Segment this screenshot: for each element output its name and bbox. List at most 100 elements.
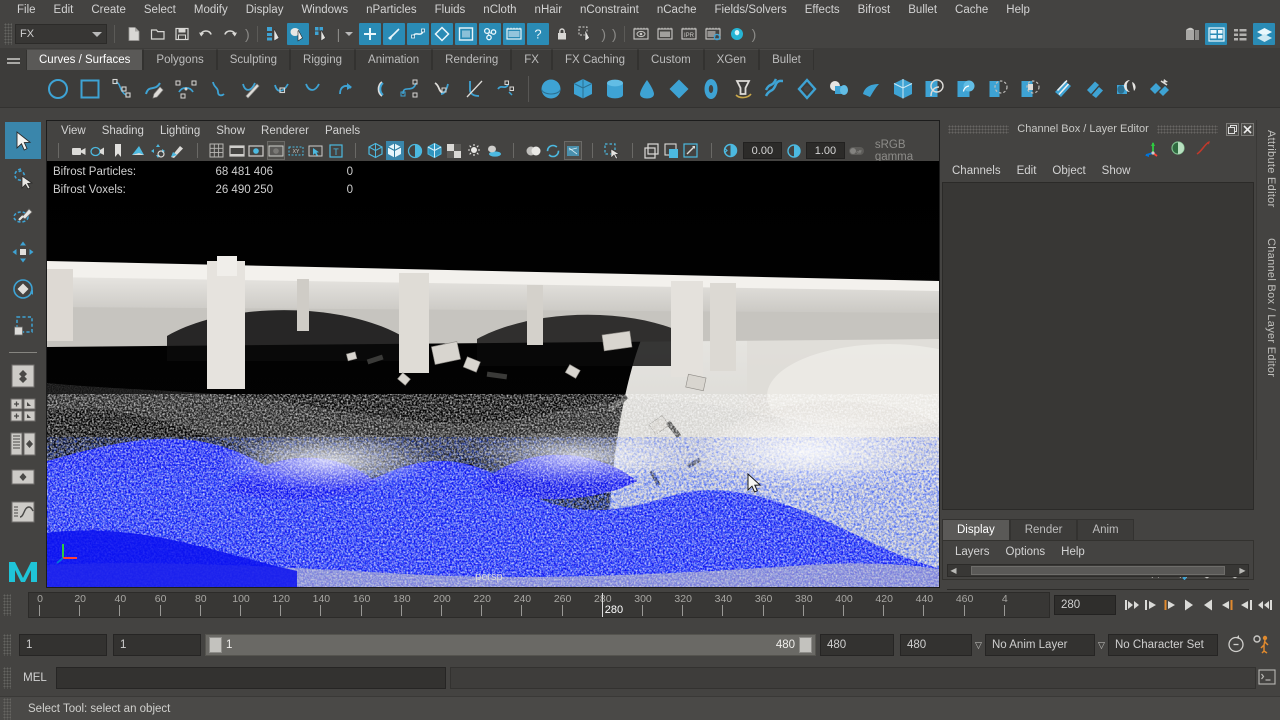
- shelf-tab-curves-surfaces[interactable]: Curves / Surfaces: [26, 49, 144, 70]
- lock-icon[interactable]: [551, 23, 573, 45]
- paint-select-tool[interactable]: [5, 196, 41, 233]
- menu-item-bifrost[interactable]: Bifrost: [849, 1, 900, 19]
- 2d-pan-zoom-icon[interactable]: [149, 141, 167, 160]
- lighting-icon[interactable]: [465, 141, 483, 160]
- nurbs-cylinder-icon[interactable]: [599, 73, 631, 105]
- animation-start-time-field[interactable]: 1: [19, 634, 107, 656]
- shadows-icon[interactable]: [485, 141, 503, 160]
- nurbs-circle-icon[interactable]: [42, 73, 74, 105]
- menu-item-windows[interactable]: Windows: [292, 1, 357, 19]
- nurbs-cube-icon[interactable]: [567, 73, 599, 105]
- shelf-handle[interactable]: [0, 48, 26, 70]
- chevron-down-icon[interactable]: ▽: [972, 640, 985, 651]
- time-slider-grip[interactable]: [3, 594, 11, 616]
- menu-item-file[interactable]: File: [8, 1, 45, 19]
- trim-tool-icon[interactable]: [983, 73, 1015, 105]
- layer-editor-tab-display[interactable]: Display: [942, 519, 1010, 540]
- menu-item-create[interactable]: Create: [82, 1, 135, 19]
- menu-item-modify[interactable]: Modify: [185, 1, 237, 19]
- select-by-object-type-icon[interactable]: [286, 23, 309, 45]
- hypershade-icon[interactable]: [726, 23, 748, 45]
- bookmark-icon[interactable]: [109, 141, 127, 160]
- panel-grip[interactable]: [948, 124, 1010, 134]
- layer-menu-help[interactable]: Help: [1053, 545, 1093, 559]
- channel-box-icon[interactable]: [1253, 23, 1275, 45]
- menu-set-selector[interactable]: FX: [15, 24, 107, 44]
- wireframe-icon[interactable]: [366, 141, 384, 160]
- tool-settings-icon[interactable]: [1229, 23, 1251, 45]
- ep-curve-tool-icon[interactable]: [106, 73, 138, 105]
- flat-shade-icon[interactable]: [406, 141, 424, 160]
- toggle-sidebar-icon[interactable]: [1181, 23, 1203, 45]
- move-tool[interactable]: [5, 233, 41, 270]
- menu-item-ncloth[interactable]: nCloth: [474, 1, 525, 19]
- shelf-tab-custom[interactable]: Custom: [638, 49, 704, 70]
- select-tool[interactable]: [4, 122, 41, 159]
- render-settings-icon[interactable]: [702, 23, 724, 45]
- film-gate-icon[interactable]: [228, 141, 246, 160]
- three-point-arc-icon[interactable]: [170, 73, 202, 105]
- current-frame-field[interactable]: 280: [1054, 595, 1116, 615]
- selection-highlight-icon[interactable]: [307, 141, 325, 160]
- scroll-right-arrow-icon[interactable]: ▶: [1237, 566, 1248, 575]
- curve-fillet-icon[interactable]: [458, 73, 490, 105]
- scrollbar-thumb[interactable]: [971, 566, 1225, 575]
- camera-icon[interactable]: [70, 141, 88, 160]
- viewport-menu-renderer[interactable]: Renderer: [253, 124, 317, 138]
- menu-item-nhair[interactable]: nHair: [526, 1, 571, 19]
- layer-menu-layers[interactable]: Layers: [947, 545, 998, 559]
- scale-tool[interactable]: [5, 307, 41, 344]
- anim-layer-selector[interactable]: No Anim Layer: [985, 634, 1095, 656]
- make-live-icon[interactable]: [479, 23, 502, 45]
- single-perspective-view-layout[interactable]: [7, 361, 39, 391]
- snap-to-curve-icon[interactable]: [383, 23, 406, 45]
- step-back-frame-icon[interactable]: [1141, 594, 1160, 616]
- shelf-tab-fx[interactable]: FX: [511, 49, 552, 70]
- layer-editor-tab-anim[interactable]: Anim: [1077, 519, 1134, 540]
- shelf-tab-bullet[interactable]: Bullet: [759, 49, 814, 70]
- help-icon[interactable]: ?: [527, 23, 550, 45]
- step-forward-frame-icon[interactable]: [1236, 594, 1255, 616]
- rotate-tool[interactable]: [5, 270, 41, 307]
- snap-to-grid-icon[interactable]: [359, 23, 382, 45]
- nurbs-cone-icon[interactable]: [631, 73, 663, 105]
- loft-icon[interactable]: [759, 73, 791, 105]
- command-output-field[interactable]: [450, 667, 1256, 689]
- exposure-value-field[interactable]: 0.00: [742, 142, 783, 159]
- chevron-down-icon[interactable]: [345, 32, 354, 36]
- nurbs-sphere-icon[interactable]: [535, 73, 567, 105]
- untrim-surfaces-icon[interactable]: [1015, 73, 1047, 105]
- new-scene-icon[interactable]: [123, 23, 145, 45]
- hypergraph-persp-layout[interactable]: [7, 463, 39, 493]
- command-input-field[interactable]: [56, 667, 446, 689]
- open-scene-icon[interactable]: [147, 23, 169, 45]
- surface-fillet-icon[interactable]: [1143, 73, 1175, 105]
- shelf-tab-xgen[interactable]: XGen: [703, 49, 760, 70]
- layer-menu-options[interactable]: Options: [998, 545, 1054, 559]
- viewport-menu-shading[interactable]: Shading: [94, 124, 152, 138]
- snap-to-view-plane-icon[interactable]: [455, 23, 478, 45]
- detach-surfaces-icon[interactable]: [1079, 73, 1111, 105]
- motion-blur-icon[interactable]: [544, 141, 562, 160]
- intersect-surfaces-icon[interactable]: [951, 73, 983, 105]
- channel-box-menu-edit[interactable]: Edit: [1009, 164, 1045, 178]
- command-line-grip[interactable]: [3, 667, 11, 689]
- boundary-icon[interactable]: [919, 73, 951, 105]
- menu-item-nparticles[interactable]: nParticles: [357, 1, 426, 19]
- shelf-tab-animation[interactable]: Animation: [355, 49, 433, 70]
- gate-mask-icon[interactable]: [267, 141, 286, 160]
- exposure-icon[interactable]: [722, 141, 740, 160]
- render-view-icon[interactable]: [630, 23, 652, 45]
- viewport-menu-show[interactable]: Show: [208, 124, 253, 138]
- extrude-icon[interactable]: [823, 73, 855, 105]
- grease-pencil-icon[interactable]: [169, 141, 187, 160]
- layer-editor-tab-render[interactable]: Render: [1009, 519, 1078, 540]
- xray-icon[interactable]: [643, 141, 661, 160]
- menu-item-effects[interactable]: Effects: [796, 1, 849, 19]
- ao-icon[interactable]: [524, 141, 542, 160]
- step-forward-key-icon[interactable]: [1217, 594, 1236, 616]
- pencil-curve-tool-icon[interactable]: [138, 73, 170, 105]
- viewport-menu-lighting[interactable]: Lighting: [152, 124, 208, 138]
- color-management-toggle-icon[interactable]: off: [848, 141, 866, 160]
- channel-box-menu-object[interactable]: Object: [1044, 164, 1093, 178]
